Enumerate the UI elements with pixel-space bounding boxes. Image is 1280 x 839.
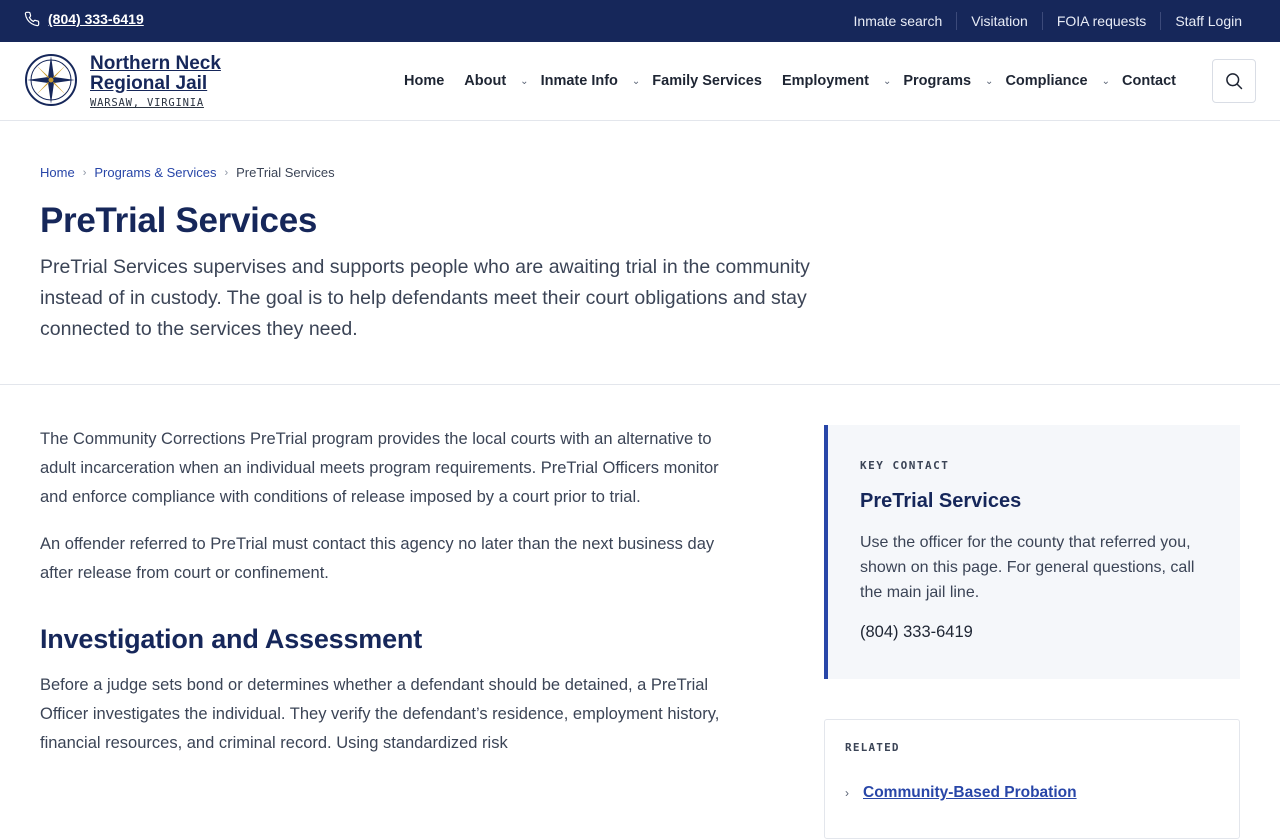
utility-bar: (804) 333-6419 Inmate search Visitation … (0, 0, 1280, 42)
site-header: Northern Neck Regional Jail WARSAW, VIRG… (0, 42, 1280, 121)
brand-name-line1[interactable]: Northern Neck (90, 54, 221, 74)
nav-item-label: Programs (903, 73, 972, 89)
nav-item-label: Family Services (652, 73, 762, 89)
chevron-down-icon[interactable]: ⌄ (1102, 76, 1110, 87)
chevron-right-icon: › (845, 786, 849, 800)
key-contact-phone[interactable]: (804) 333-6419 (860, 623, 973, 642)
related-link-community-based-probation[interactable]: Community-Based Probation (863, 784, 1077, 802)
breadcrumb-separator-icon: › (82, 166, 87, 179)
content-paragraph: Before a judge sets bond or determines w… (40, 676, 720, 752)
key-contact-body: Use the officer for the county that refe… (860, 534, 1195, 601)
breadcrumb-separator-icon: › (224, 166, 229, 179)
phone-number[interactable]: (804) 333-6419 (48, 11, 144, 27)
nav-item-home[interactable]: Home (404, 73, 444, 89)
related-eyebrow: RELATED (845, 741, 900, 754)
compass-logo-icon (25, 54, 77, 106)
utility-links: Inmate search Visitation FOIA requests S… (840, 0, 1256, 42)
related-item[interactable]: › Community-Based Probation (845, 784, 1077, 802)
chevron-down-icon[interactable]: ⌄ (883, 76, 891, 87)
utility-link-inmate-search[interactable]: Inmate search (840, 12, 957, 30)
utility-link-foia-requests[interactable]: FOIA requests (1041, 12, 1160, 30)
nav-item-label: Compliance (1005, 73, 1088, 89)
page-lead: PreTrial Services supervises and support… (40, 256, 810, 340)
breadcrumb-home[interactable]: Home (40, 165, 75, 180)
nav-item-programs[interactable]: Programs ⌄ (903, 73, 993, 89)
breadcrumb-current: PreTrial Services (236, 165, 335, 180)
related-card: RELATED › Community-Based Probation (824, 719, 1240, 839)
main-nav: Home About ⌄ Inmate Info ⌄ Family Servic… (404, 42, 1196, 120)
search-icon (1226, 73, 1243, 90)
phone-icon (24, 11, 40, 27)
content-paragraph: The Community Corrections PreTrial progr… (40, 430, 719, 506)
main-content: The Community Corrections PreTrial progr… (40, 425, 730, 776)
nav-item-contact[interactable]: Contact (1122, 73, 1176, 89)
key-contact-title: PreTrial Services (860, 490, 1022, 512)
content-paragraph: An offender referred to PreTrial must co… (40, 535, 715, 582)
nav-item-inmate-info[interactable]: Inmate Info ⌄ (541, 73, 641, 89)
chevron-down-icon[interactable]: ⌄ (632, 76, 640, 87)
nav-item-label: About (464, 73, 507, 89)
page-title: PreTrial Services (40, 201, 318, 240)
nav-item-compliance[interactable]: Compliance ⌄ (1005, 73, 1110, 89)
nav-item-family-services[interactable]: Family Services (652, 73, 762, 89)
key-contact-card: KEY CONTACT PreTrial Services Use the of… (824, 425, 1240, 679)
nav-item-label: Home (404, 73, 445, 89)
utility-link-staff-login[interactable]: Staff Login (1160, 12, 1256, 30)
chevron-down-icon[interactable]: ⌄ (985, 76, 993, 87)
breadcrumb: Home › Programs & Services › PreTrial Se… (40, 165, 335, 180)
nav-item-label: Inmate Info (540, 73, 618, 89)
search-button[interactable] (1212, 59, 1256, 103)
brand-name-line2[interactable]: Regional Jail (90, 74, 221, 94)
phone-link[interactable]: (804) 333-6419 (24, 11, 144, 27)
nav-item-about[interactable]: About ⌄ (464, 73, 528, 89)
breadcrumb-programs-services[interactable]: Programs & Services (94, 165, 216, 180)
nav-item-label: Employment (781, 73, 869, 89)
utility-link-visitation[interactable]: Visitation (956, 12, 1042, 30)
brand-location[interactable]: WARSAW, VIRGINIA (90, 97, 221, 109)
brand-home-link[interactable]: Northern Neck Regional Jail WARSAW, VIRG… (24, 53, 221, 109)
nav-item-label: Contact (1122, 73, 1176, 89)
key-contact-eyebrow: KEY CONTACT (860, 459, 950, 472)
nav-item-employment[interactable]: Employment ⌄ (782, 73, 891, 89)
chevron-down-icon[interactable]: ⌄ (520, 76, 528, 87)
section-heading: Investigation and Assessment (40, 624, 423, 654)
brand-text: Northern Neck Regional Jail WARSAW, VIRG… (90, 54, 221, 110)
page-hero: Home › Programs & Services › PreTrial Se… (0, 121, 1280, 385)
